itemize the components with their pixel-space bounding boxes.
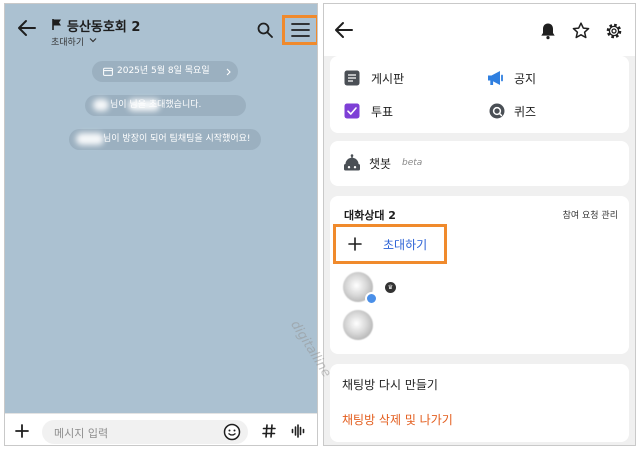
- chat-header: 등산동호회 2 초대하기: [5, 4, 317, 52]
- room-actions-card: 채팅방 다시 만들기 채팅방 삭제 및 나가기: [330, 364, 629, 442]
- participant-row[interactable]: [343, 310, 603, 346]
- menu-board[interactable]: 게시판: [330, 64, 470, 92]
- drawer-header: [324, 4, 635, 56]
- blurred-name: [93, 99, 109, 111]
- message-input-placeholder: 메시지 입력: [54, 427, 109, 440]
- invite-dropdown[interactable]: 초대하기: [51, 35, 84, 48]
- participants-title: 대화상대 2: [344, 209, 396, 222]
- menu-vote-label: 투표: [371, 105, 394, 119]
- message-input[interactable]: 메시지 입력: [42, 420, 248, 444]
- chevron-right-icon: [226, 68, 231, 76]
- online-badge: [365, 292, 378, 305]
- date-divider: 2025년 5월 8일 목요일: [92, 61, 238, 82]
- menu-button-highlight[interactable]: [282, 15, 317, 45]
- menu-notice-label: 공지: [514, 72, 537, 86]
- message-input-bar: 메시지 입력: [5, 413, 317, 445]
- star-icon[interactable]: [572, 22, 590, 39]
- chevron-down-icon[interactable]: [89, 37, 97, 43]
- voice-wave-icon[interactable]: [291, 424, 305, 438]
- chatbot-label: 챗봇: [369, 157, 392, 171]
- recreate-room-button[interactable]: 채팅방 다시 만들기: [342, 376, 438, 393]
- room-tools-card: 게시판 공지 투표 퀴즈: [330, 56, 629, 133]
- room-drawer: 게시판 공지 투표 퀴즈 챗봇 beta 대화상대 2 참여 요청 관리 초대하…: [323, 3, 636, 446]
- vote-icon: [344, 103, 360, 119]
- manage-requests-link[interactable]: 참여 요청 관리: [563, 208, 618, 221]
- menu-vote[interactable]: 투표: [330, 97, 470, 125]
- system-message-invite: 님이 님을 초대했습니다.: [85, 95, 246, 116]
- flag-icon: [52, 19, 61, 30]
- plus-icon[interactable]: [15, 424, 29, 438]
- participants-card: 대화상대 2 참여 요청 관리 초대하기 ♛: [330, 196, 629, 354]
- chatbot-robot-icon: [344, 154, 360, 171]
- participant-row[interactable]: ♛: [343, 272, 603, 308]
- menu-quiz[interactable]: 퀴즈: [475, 97, 615, 125]
- emoji-icon[interactable]: [223, 423, 241, 441]
- date-text: 2025년 5월 8일 목요일: [117, 66, 210, 76]
- calendar-icon: [103, 67, 113, 76]
- gear-icon[interactable]: [605, 22, 623, 40]
- plus-icon: [348, 237, 362, 251]
- search-icon[interactable]: [257, 22, 273, 38]
- blurred-name: [128, 99, 160, 111]
- bell-icon[interactable]: [540, 22, 556, 40]
- beta-badge: beta: [402, 158, 423, 168]
- avatar: [343, 310, 373, 340]
- host-badge: ♛: [385, 282, 396, 293]
- invite-button[interactable]: 초대하기: [333, 224, 447, 264]
- invite-button-label: 초대하기: [383, 238, 428, 252]
- room-title: 등산동호회 2: [67, 20, 141, 35]
- blurred-name: [76, 133, 104, 145]
- back-arrow-icon[interactable]: [334, 21, 354, 39]
- megaphone-icon: [488, 71, 503, 85]
- hamburger-menu-icon[interactable]: [291, 22, 310, 38]
- chat-room-screen: 등산동호회 2 초대하기 2025년 5월 8일 목요일 님이 님을 초대했습니…: [4, 3, 318, 446]
- delete-leave-button[interactable]: 채팅방 삭제 및 나가기: [342, 411, 453, 428]
- chatbot-card[interactable]: 챗봇 beta: [330, 141, 629, 186]
- back-arrow-icon[interactable]: [17, 19, 37, 37]
- hashtag-icon[interactable]: [262, 424, 276, 438]
- menu-board-label: 게시판: [371, 72, 405, 86]
- quiz-icon: [489, 103, 505, 119]
- menu-quiz-label: 퀴즈: [514, 105, 537, 119]
- system-message-text: 님이 방장이 되어 팀채팅을 시작했어요!: [103, 134, 251, 144]
- menu-notice[interactable]: 공지: [475, 64, 615, 92]
- board-icon: [344, 70, 360, 86]
